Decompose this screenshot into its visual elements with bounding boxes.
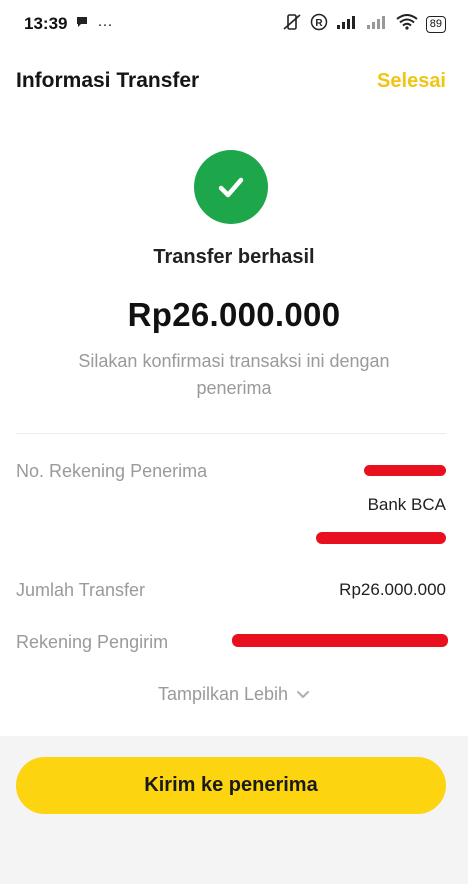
more-notifications-icon: ··· (97, 15, 113, 33)
signal-icon (336, 14, 358, 35)
registered-icon: R (310, 13, 328, 36)
header: Informasi Transfer Selesai (16, 64, 446, 98)
sender-account-label: Rekening Pengirim (16, 632, 169, 652)
redaction-mark (232, 634, 448, 647)
success-title: Transfer berhasil (153, 246, 315, 268)
vibrate-off-icon (282, 13, 302, 36)
recipient-account-label: No. Rekening Penerima (16, 461, 208, 481)
redaction-mark (316, 532, 446, 544)
battery-indicator: 89 (425, 15, 446, 33)
success-check-icon (194, 150, 268, 224)
wifi-icon (396, 13, 418, 35)
chevron-down-icon (296, 684, 310, 705)
transfer-amount-label: Jumlah Transfer (16, 580, 146, 600)
transfer-amount-value: Rp26.000.000 (339, 580, 446, 599)
status-bar-right: R 89 (282, 13, 446, 36)
page-title: Informasi Transfer (16, 69, 200, 92)
status-time: 13:39 (24, 14, 68, 33)
svg-text:R: R (315, 18, 323, 29)
signal-weak-icon (366, 14, 388, 35)
transfer-amount: Rp26.000.000 (127, 296, 341, 333)
redaction-mark (364, 465, 446, 476)
chat-bubble-icon (75, 14, 89, 34)
status-bar: 13:39 ··· R 89 (0, 0, 468, 48)
recipient-bank: Bank BCA (367, 495, 446, 514)
confirmation-message: Silakan konfirmasi transaksi ini dengan … (78, 351, 390, 398)
done-button[interactable]: Selesai (377, 70, 446, 93)
divider (16, 433, 446, 434)
status-bar-left: 13:39 ··· (24, 14, 112, 34)
send-to-recipient-button[interactable]: Kirim ke penerima (16, 757, 446, 814)
show-more-toggle[interactable]: Tampilkan Lebih (0, 684, 468, 705)
show-more-label: Tampilkan Lebih (157, 684, 289, 704)
